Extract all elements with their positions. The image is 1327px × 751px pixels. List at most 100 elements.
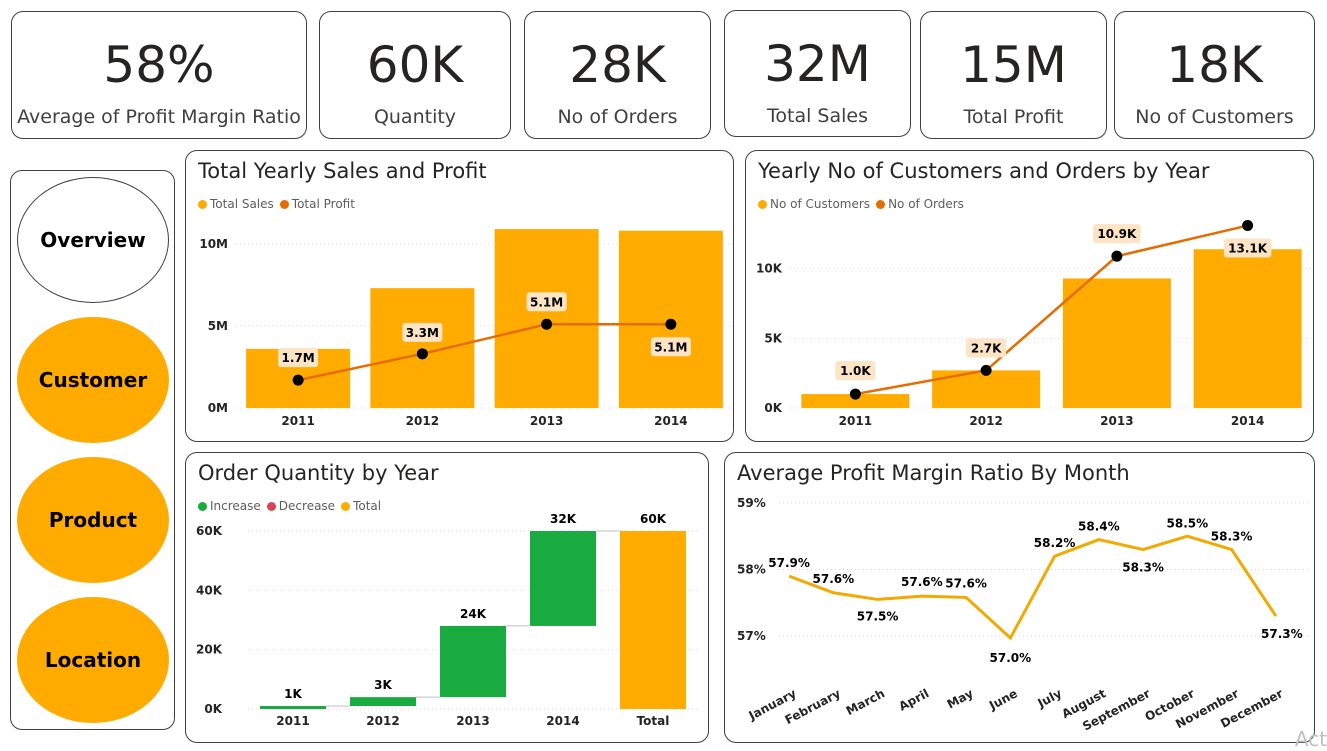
customers-orders-chart-card: Yearly No of Customers and Orders by Yea… [745,150,1314,442]
order-quantity-chart-card: Order Quantity by Year Increase Decrease… [185,452,709,743]
x-tick-label: 2014 [654,414,687,428]
kpi-label: Average of Profit Margin Ratio [17,106,301,128]
x-tick-label: June [986,686,1020,713]
x-tick-label: 2011 [276,714,309,728]
x-tick-label: 2012 [366,714,399,728]
x-tick-label: March [844,686,887,718]
line-point [1111,250,1123,262]
order-quantity-chart: 0K 20K 40K 60K 1K 2011 3K 2012 24K 2013 32K 2014 60K… [196,512,698,728]
line-point [1242,220,1254,232]
kpi-value: 28K [569,36,666,94]
x-tick-label: July [1035,686,1065,711]
bar [494,229,599,408]
nav-overview-button[interactable]: Overview [17,177,169,303]
data-label: 3K [374,678,392,692]
x-tick-label: May [945,686,976,711]
y-tick-label: 10M [199,237,228,251]
watermark-text: Act [1294,727,1327,751]
data-label: 1K [284,687,302,701]
y-tick-label: 0K [764,401,782,415]
data-label: 60K [640,512,667,526]
data-label: 5.1M [654,340,687,354]
kpi-value: 18K [1166,36,1263,94]
increase-bar [440,625,506,698]
line-point [980,364,992,376]
bar [1193,249,1302,408]
data-label: 1.7M [282,351,315,365]
line-point [849,388,861,400]
kpi-label: No of Orders [557,106,678,128]
data-label: 13.1K [1228,242,1268,256]
x-tick-label: April [896,686,931,713]
y-tick-label: 60K [196,524,223,538]
y-tick-label: 10K [756,262,783,276]
customers-orders-chart: 0K 5K 10K 2011 2012 2013 2014 1.0K 2.7K 10.9K 13.1… [756,220,1313,428]
kpi-card-profit-margin: 58% Average of Profit Margin Ratio [11,11,307,139]
data-label: 5.1M [530,295,563,309]
kpi-value: 15M [960,36,1067,94]
data-label: 24K [460,607,487,621]
y-tick-label: 0K [204,702,222,716]
data-label: 32K [550,512,577,526]
series-line [297,323,671,382]
line-point [292,374,304,386]
line-point [665,318,677,330]
sales-profit-chart-card: Total Yearly Sales and Profit Total Sale… [185,150,734,442]
kpi-label: No of Customers [1135,106,1294,128]
y-tick-label: 40K [196,583,223,597]
line-point [416,348,428,360]
data-label: 57.9% [768,556,810,570]
y-tick-label: 5K [764,331,782,345]
x-tick-label: 2014 [546,714,579,728]
kpi-card-sales: 32M Total Sales [724,10,911,137]
bar [370,288,475,408]
x-tick-label: 2011 [839,414,872,428]
total-bar [620,531,686,709]
increase-bar [530,531,596,626]
kpi-value: 58% [103,36,215,94]
y-tick-label: 20K [196,643,223,657]
y-tick-label: 5M [208,319,228,333]
nav-product-button[interactable]: Product [17,457,169,583]
data-label: 57.6% [813,572,855,586]
data-label: 10.9K [1097,227,1137,241]
kpi-label: Quantity [373,106,457,128]
kpi-card-profit: 15M Total Profit [920,11,1107,139]
bar [1062,278,1171,408]
kpi-value: 60K [366,36,464,94]
x-tick-label: 2012 [406,414,439,428]
y-tick-label: 59% [737,496,766,510]
increase-bar [260,706,326,710]
x-tick-label: 2013 [1100,414,1133,428]
y-tick-label: 0M [208,401,228,415]
sales-profit-chart: 0M 5M 10M 2011 2012 2013 2014 1.7M 3.3M 5.1M 5.1M [199,229,733,428]
profit-margin-month-chart: 57%58%59%57.9%57.6%57.5%57.6% 57.6%57.0%5… [737,496,1310,734]
kpi-card-customers: 18K No of Customers [1114,11,1315,139]
data-label: 58.4% [1078,520,1120,534]
data-label: 2.7K [971,341,1002,355]
data-label: 57.0% [990,651,1032,665]
profit-margin-month-chart-card: Average Profit Margin Ratio By Month 57%… [724,452,1315,743]
data-label: 57.3% [1261,627,1303,641]
x-tick-label: 2014 [1231,414,1264,428]
data-label: 3.3M [406,326,439,340]
kpi-label: Total Sales [767,105,868,127]
data-label: 58.3% [1122,561,1164,575]
line-point [541,318,553,330]
series-line [855,224,1248,396]
nav-panel: Overview Customer Product Location [10,170,175,730]
increase-bar [350,697,416,707]
x-tick-label: 2013 [456,714,489,728]
data-label: 57.6% [945,576,987,590]
nav-location-button[interactable]: Location [17,597,169,723]
data-label: 57.5% [857,609,899,623]
kpi-value: 32M [764,35,871,93]
data-label: 58.3% [1211,530,1253,544]
x-tick-label: 2011 [281,414,314,428]
x-tick-label: 2013 [530,414,563,428]
kpi-label: Total Profit [963,106,1064,128]
nav-customer-button[interactable]: Customer [17,317,169,443]
data-label: 58.2% [1034,536,1076,550]
data-label: 57.6% [901,575,943,589]
data-label: 58.5% [1167,516,1209,530]
